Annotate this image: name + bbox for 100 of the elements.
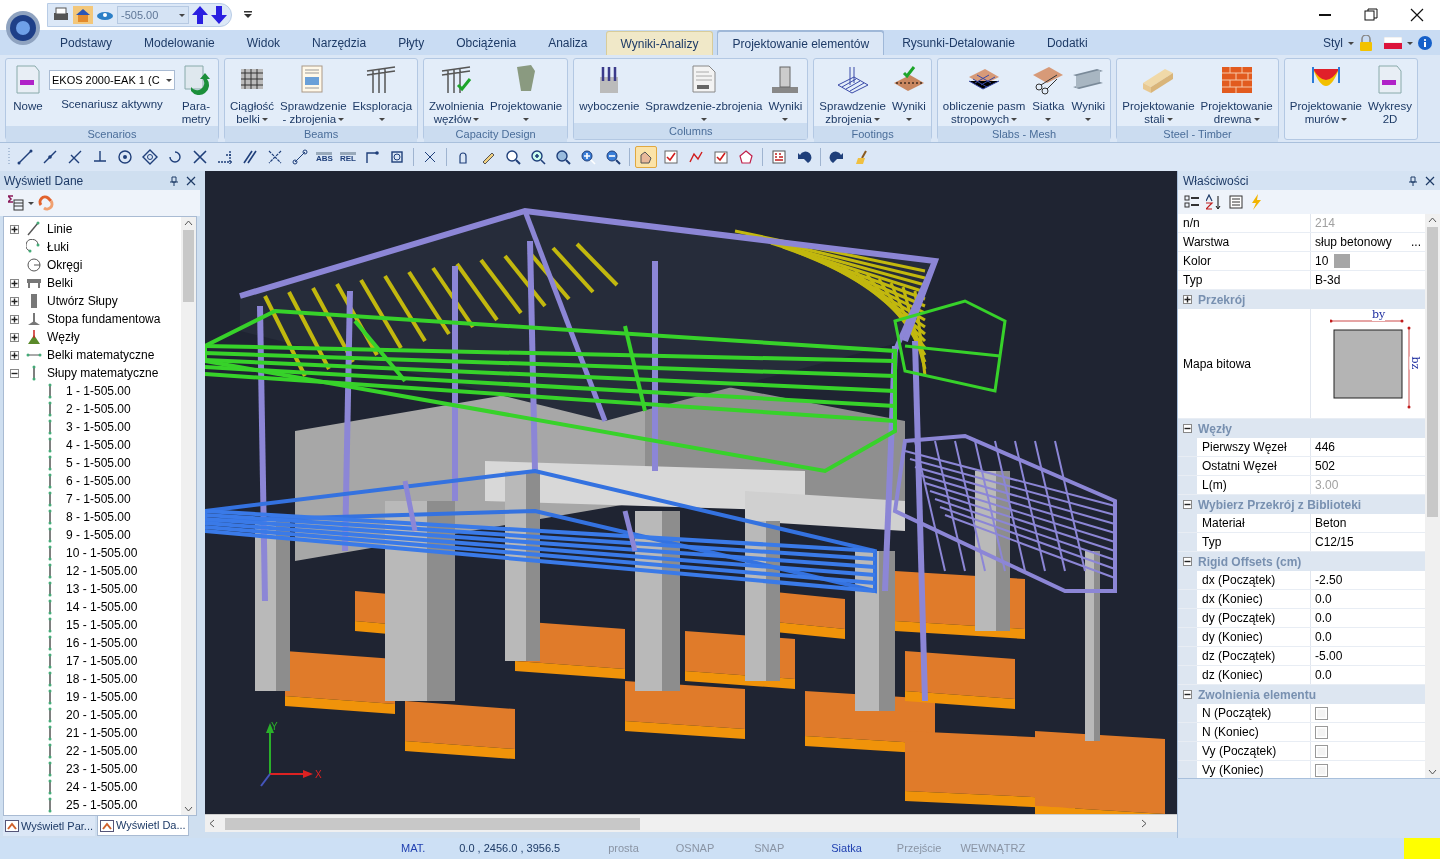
ribbon-button[interactable]: Wyniki [766, 61, 805, 121]
pin-icon[interactable] [170, 175, 178, 186]
property-value[interactable]: -2.50 [1315, 571, 1343, 589]
tree-item[interactable]: 9 - 1-505.00 [4, 526, 181, 544]
property-value[interactable]: 0.0 [1315, 628, 1332, 646]
arrow-up-icon[interactable] [192, 6, 208, 24]
expand-icon[interactable] [10, 296, 19, 306]
property-value[interactable]: 0.0 [1315, 666, 1332, 684]
house-icon[interactable] [73, 6, 93, 24]
tree-item[interactable]: 13 - 1-505.00 [4, 580, 181, 598]
ribbon-tab[interactable]: Płyty [384, 31, 439, 55]
collapse-icon[interactable] [10, 368, 19, 378]
expand-icon[interactable] [1183, 295, 1192, 304]
tree-item[interactable]: 14 - 1-505.00 [4, 598, 181, 616]
flag-icon[interactable] [1384, 37, 1402, 49]
eye-icon[interactable] [96, 9, 114, 21]
snap-mode-button[interactable]: REL [337, 146, 358, 168]
tree-item[interactable]: 10 - 1-505.00 [4, 544, 181, 562]
tree-item[interactable]: Słupy matematyczne [4, 364, 181, 382]
scroll-thumb[interactable] [1427, 227, 1438, 517]
categorized-icon[interactable] [1184, 194, 1200, 210]
property-value[interactable]: 446 [1315, 438, 1336, 456]
scrollbar[interactable] [205, 814, 1177, 832]
panel-tab[interactable]: Wyświetl Da... [97, 816, 189, 836]
expand-icon[interactable] [10, 278, 19, 288]
ribbon-button[interactable]: Nowe [9, 61, 47, 113]
property-value[interactable]: 0.0 [1315, 609, 1332, 627]
info-icon[interactable] [1418, 36, 1432, 50]
ribbon-button[interactable]: Projektowanie stali [1120, 61, 1197, 126]
ribbon-button[interactable]: Para- metry [177, 61, 215, 126]
ribbon-button[interactable]: Projektowanie murów [1287, 61, 1364, 126]
property-pages-icon[interactable] [1228, 194, 1244, 210]
ribbon-button[interactable]: Projektowanie drewna [1198, 61, 1275, 126]
scroll-up-icon[interactable] [1428, 217, 1437, 223]
close-icon[interactable] [1425, 175, 1435, 186]
tree-item[interactable]: 12 - 1-505.00 [4, 562, 181, 580]
tree-item[interactable]: 7 - 1-505.00 [4, 490, 181, 508]
collapse-icon[interactable] [1183, 557, 1192, 566]
tree-item[interactable]: 16 - 1-505.00 [4, 634, 181, 652]
ribbon-tab[interactable]: Podstawy [46, 31, 127, 55]
checkbox[interactable] [1315, 706, 1328, 720]
scroll-right-icon[interactable] [1141, 819, 1147, 828]
tree-item[interactable]: 19 - 1-505.00 [4, 688, 181, 706]
tree-item[interactable]: 20 - 1-505.00 [4, 706, 181, 724]
tree-item[interactable]: 22 - 1-505.00 [4, 742, 181, 760]
expand-icon[interactable] [10, 224, 19, 234]
tree-item[interactable]: Utwórz Słupy [4, 292, 181, 310]
property-value[interactable]: C12/15 [1315, 533, 1354, 551]
expand-icon[interactable] [10, 350, 19, 360]
expand-icon[interactable] [10, 314, 19, 324]
collapse-icon[interactable] [1183, 424, 1192, 433]
ribbon-tab[interactable]: Rysunki-Detalowanie [888, 31, 1029, 55]
scrollbar[interactable] [1425, 214, 1440, 778]
snap-mode-button[interactable]: ABS [314, 146, 335, 168]
status-toggle[interactable]: Siatka [831, 840, 862, 857]
ribbon-button[interactable]: Sprawdzenie-zbrojenia [643, 61, 765, 121]
property-value[interactable]: Beton [1315, 514, 1347, 532]
scroll-up-icon[interactable] [184, 220, 193, 226]
tree-item[interactable]: Okręgi [4, 256, 181, 274]
tree-item[interactable]: Stopa fundamentowa [4, 310, 181, 328]
scroll-thumb[interactable] [183, 230, 194, 302]
tree-item[interactable]: 5 - 1-505.00 [4, 454, 181, 472]
scrollbar[interactable] [181, 217, 196, 815]
ribbon-button[interactable]: Wyniki [889, 61, 928, 121]
sum-list-icon[interactable] [8, 195, 24, 211]
tree-item[interactable]: Belki matematyczne [4, 346, 181, 364]
ribbon-tab[interactable]: Widok [232, 31, 295, 55]
ribbon-tab[interactable]: Obciążenia [442, 31, 531, 55]
ribbon-tab[interactable]: Projektowanie elementów [717, 31, 885, 55]
customize-icon[interactable] [244, 11, 252, 19]
property-value[interactable]: B-3d [1315, 271, 1341, 289]
property-value[interactable]: 10 [1315, 252, 1329, 270]
tree-item[interactable]: 15 - 1-505.00 [4, 616, 181, 634]
level-combo[interactable]: -505.00 [117, 6, 189, 24]
checkbox[interactable] [1315, 763, 1328, 777]
tree-item[interactable]: 1 - 1-505.00 [4, 382, 181, 400]
toolbar-button[interactable] [289, 146, 311, 168]
scenario-combo[interactable]: EKOS 2000-EAK 1 (C [49, 70, 175, 90]
pin-icon[interactable] [1409, 175, 1417, 186]
ribbon-button[interactable]: Ciągłość belki [228, 61, 277, 126]
status-toggle[interactable]: MAT. [401, 840, 426, 857]
tree-item[interactable]: 6 - 1-505.00 [4, 472, 181, 490]
tree-item[interactable]: 4 - 1-505.00 [4, 436, 181, 454]
tree-item[interactable]: Węzły [4, 328, 181, 346]
ribbon-button[interactable]: Projektowanie [488, 61, 565, 121]
tree-item[interactable]: 23 - 1-505.00 [4, 760, 181, 778]
tree-item[interactable]: Belki [4, 274, 181, 292]
panel-tab[interactable]: Wyświetl Par... [3, 816, 96, 836]
printer-icon[interactable] [52, 7, 70, 23]
ribbon-tab[interactable]: Wyniki-Analizy [605, 31, 714, 55]
expand-icon[interactable] [10, 332, 19, 342]
tree-item[interactable]: 2 - 1-505.00 [4, 400, 181, 418]
tree-item[interactable]: Linie [4, 220, 181, 238]
property-value[interactable]: słup betonowy [1315, 233, 1392, 251]
scroll-down-icon[interactable] [1428, 769, 1437, 775]
property-value[interactable]: 0.0 [1315, 590, 1332, 608]
tree-item[interactable]: Łuki [4, 238, 181, 256]
ribbon-tab[interactable]: Analiza [534, 31, 602, 55]
property-value[interactable]: -5.00 [1315, 647, 1343, 665]
caret-icon[interactable] [28, 201, 34, 205]
